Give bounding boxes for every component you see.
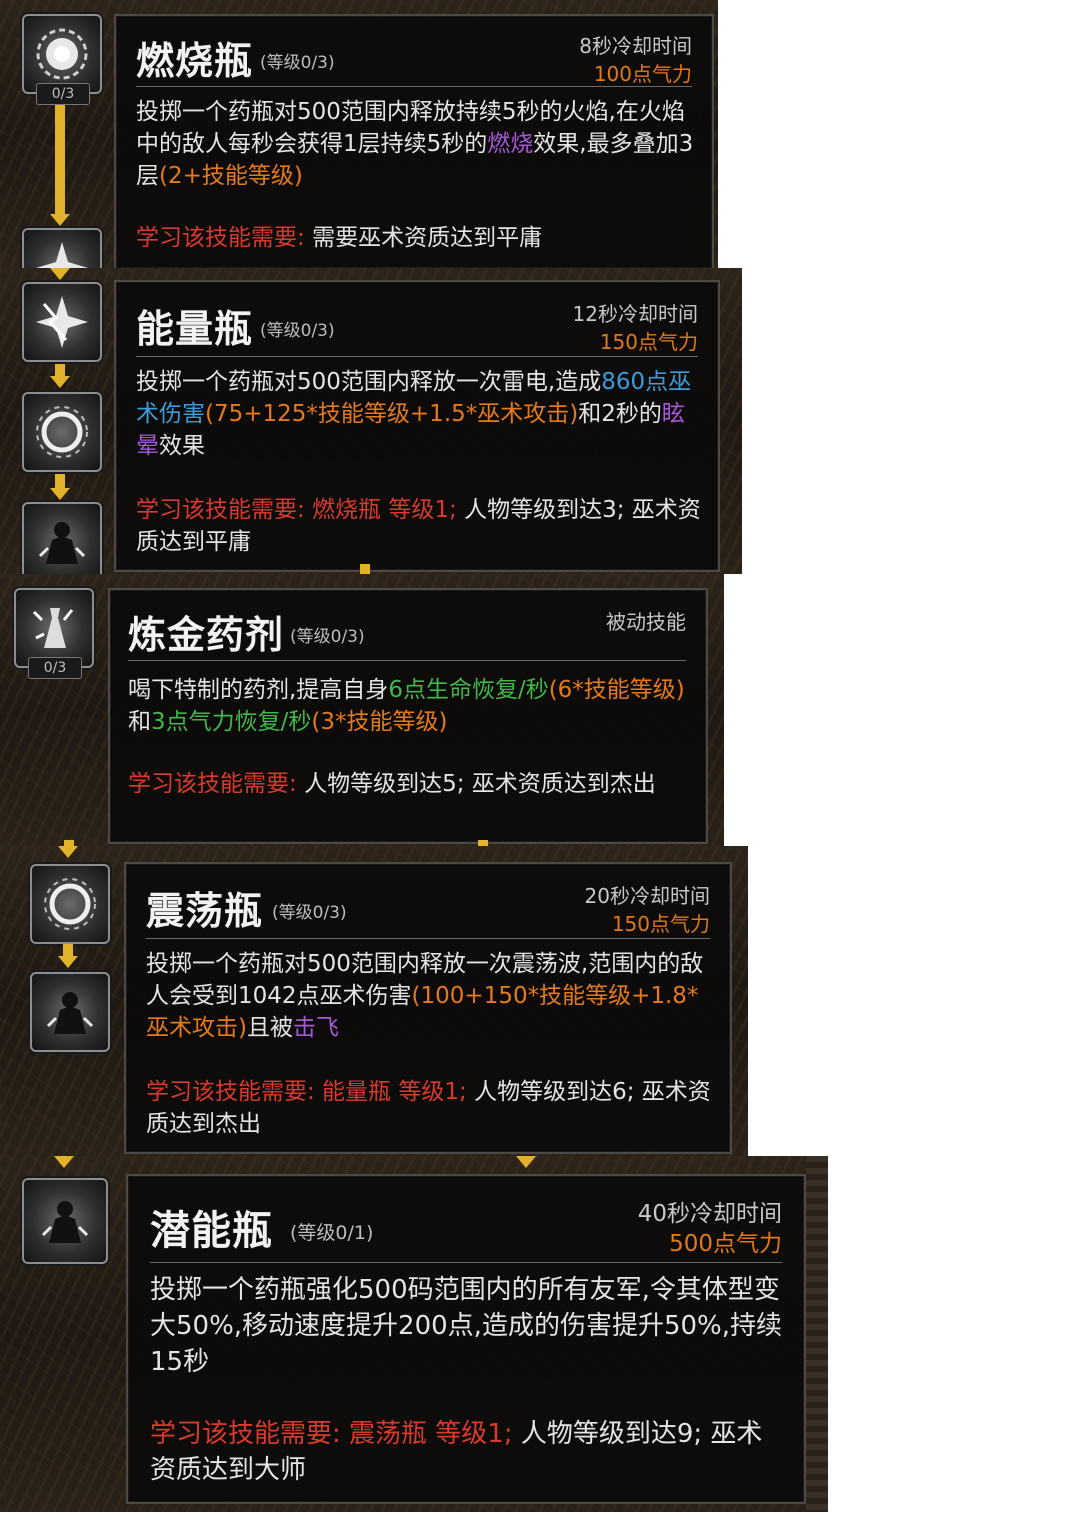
- tree-arrow: [50, 376, 70, 388]
- tree-connector-tick: [360, 564, 370, 574]
- text-segment: 和2秒的: [578, 401, 662, 427]
- skill-description: 投掷一个药瓶强化500码范围内的所有友军,令其体型变大50%,移动速度提升200…: [150, 1272, 782, 1380]
- skill-title: 燃烧瓶: [136, 39, 254, 83]
- skill-requirement: 学习该技能需要: 需要巫术资质达到平庸: [136, 222, 696, 254]
- skill-description: 投掷一个药瓶对500范围内释放持续5秒的火焰,在火焰中的敌人每秒会获得1层持续5…: [136, 96, 696, 192]
- skill-cooldown: 40秒冷却时间: [637, 1201, 782, 1227]
- skill-panel-shock: 震荡瓶 (等级0/3) 20秒冷却时间 150点气力 投掷一个药瓶对500范围内…: [124, 862, 732, 1154]
- text-segment: (6*技能等级): [548, 677, 685, 703]
- text-segment: 投掷一个药瓶对500范围内释放一次雷电,造成: [136, 369, 602, 395]
- skill-level: (等级0/3): [290, 627, 365, 647]
- panel-divider: [128, 660, 686, 661]
- skill-node-alchemy[interactable]: [14, 588, 94, 668]
- skill-title: 震荡瓶: [146, 889, 264, 933]
- skill-node-shock[interactable]: [22, 392, 102, 472]
- skill-strip-shock: 震荡瓶 (等级0/3) 20秒冷却时间 150点气力 投掷一个药瓶对500范围内…: [0, 846, 748, 1156]
- text-segment: 效果: [159, 433, 205, 459]
- tree-arrow: [516, 1156, 536, 1168]
- text-segment: 学习该技能需要:: [136, 225, 313, 251]
- skill-node-energy[interactable]: [22, 282, 102, 362]
- skill-node-count: 0/3: [36, 83, 90, 105]
- skill-cooldown: 8秒冷却时间: [579, 34, 692, 58]
- text-segment: (3*技能等级): [311, 709, 448, 735]
- text-segment: 6点生命恢复/秒: [388, 677, 549, 703]
- skill-node-count: 0/3: [28, 657, 82, 679]
- spirit-figure-icon: [41, 1201, 89, 1243]
- text-segment: 学习该技能需要: 震荡瓶 等级1;: [150, 1419, 521, 1449]
- text-segment: 学习该技能需要: 燃烧瓶 等级1;: [136, 497, 465, 523]
- text-segment: 3点气力恢复/秒: [151, 709, 312, 735]
- panel-divider: [136, 86, 692, 87]
- skill-requirement: 学习该技能需要: 震荡瓶 等级1; 人物等级到达9; 巫术资质达到大师: [150, 1416, 782, 1488]
- skill-strip-alchemy: 0/3 炼金药剂 (等级0/3) 被动技能 喝下特制的药剂,提高自身6点生命恢复…: [0, 574, 724, 846]
- text-segment: 学习该技能需要:: [128, 771, 305, 797]
- skill-strip-burn: 0/3 燃烧瓶 (等级0/3) 8秒冷却时间 100点气力 投掷一个药瓶对500…: [0, 0, 718, 268]
- skill-node-energy-preview[interactable]: [22, 228, 102, 268]
- skill-requirement: 学习该技能需要: 燃烧瓶 等级1; 人物等级到达3; 巫术资质达到平庸: [136, 494, 702, 558]
- skill-cooldown: 12秒冷却时间: [572, 302, 698, 326]
- tree-arrow: [50, 268, 70, 280]
- skill-description: 投掷一个药瓶对500范围内释放一次雷电,造成860点巫术伤害(75+125*技能…: [136, 366, 702, 462]
- skill-title: 炼金药剂: [128, 613, 285, 657]
- skill-passive-label: 被动技能: [606, 610, 686, 634]
- tree-connector: [55, 100, 65, 216]
- skill-cost: 500点气力: [669, 1231, 782, 1257]
- skill-panel-burn: 燃烧瓶 (等级0/3) 8秒冷却时间 100点气力 投掷一个药瓶对500范围内释…: [114, 14, 714, 268]
- skill-requirement: 学习该技能需要: 人物等级到达5; 巫术资质达到杰出: [128, 768, 688, 800]
- skill-description: 投掷一个药瓶对500范围内释放一次震荡波,范围内的敌人会受到1042点巫术伤害(…: [146, 948, 714, 1044]
- skill-node-burn[interactable]: [22, 14, 102, 94]
- text-segment: 学习该技能需要: 能量瓶 等级1;: [146, 1079, 475, 1105]
- text-segment: 燃烧: [487, 131, 534, 157]
- skill-cost: 150点气力: [599, 330, 698, 354]
- skill-panel-potential: 潜能瓶 (等级0/1) 40秒冷却时间 500点气力 投掷一个药瓶强化500码范…: [126, 1174, 806, 1504]
- tree-arrow: [58, 956, 78, 968]
- skill-node-potential[interactable]: [22, 1178, 108, 1264]
- panel-divider: [146, 938, 710, 939]
- skill-level: (等级0/3): [260, 53, 335, 73]
- text-segment: 人物等级到达5; 巫术资质达到杰出: [304, 771, 656, 797]
- spirit-figure-icon: [38, 522, 86, 564]
- text-segment: 且被: [246, 1015, 293, 1041]
- skill-node-potential[interactable]: [22, 502, 102, 574]
- fire-burst-icon: [36, 28, 88, 80]
- skill-level: (等级0/3): [260, 321, 335, 341]
- skill-node-shock[interactable]: [30, 864, 110, 944]
- skill-title: 能量瓶: [136, 307, 254, 351]
- tree-arrow: [54, 1156, 74, 1168]
- skill-requirement: 学习该技能需要: 能量瓶 等级1; 人物等级到达6; 巫术资质达到杰出: [146, 1076, 714, 1140]
- text-segment: 喝下特制的药剂,提高自身: [128, 677, 389, 703]
- skill-panel-alchemy: 炼金药剂 (等级0/3) 被动技能 喝下特制的药剂,提高自身6点生命恢复/秒(6…: [108, 588, 708, 844]
- shock-ring-icon: [36, 406, 88, 458]
- text-segment: 需要巫术资质达到平庸: [312, 225, 543, 251]
- text-segment: 击飞: [292, 1015, 339, 1041]
- panel-divider: [150, 1262, 782, 1263]
- skill-title: 潜能瓶: [150, 1208, 273, 1254]
- text-segment: (75+125*技能等级+1.5*巫术攻击): [205, 401, 579, 427]
- tree-arrow: [50, 488, 70, 500]
- lightning-burst-icon: [36, 296, 88, 348]
- potion-splash-icon: [32, 608, 74, 648]
- frame-edge: [806, 1156, 828, 1512]
- text-segment: 投掷一个药瓶强化500码范围内的所有友军,令其体型变大50%,移动速度提升200…: [150, 1275, 782, 1377]
- lightning-burst-icon: [36, 242, 88, 268]
- skill-description: 喝下特制的药剂,提高自身6点生命恢复/秒(6*技能等级) 和3点气力恢复/秒(3*…: [128, 674, 688, 738]
- panel-divider: [136, 356, 698, 357]
- shock-ring-icon: [44, 878, 96, 930]
- tree-arrow: [58, 846, 78, 858]
- skill-node-potential[interactable]: [30, 972, 110, 1052]
- text-segment: (2+技能等级): [159, 163, 303, 189]
- skill-cooldown: 20秒冷却时间: [584, 884, 710, 908]
- skill-strip-energy: 能量瓶 (等级0/3) 12秒冷却时间 150点气力 投掷一个药瓶对500范围内…: [0, 268, 742, 574]
- spirit-figure-icon: [46, 992, 94, 1034]
- text-segment: 和: [128, 709, 151, 735]
- skill-strip-potential: 潜能瓶 (等级0/1) 40秒冷却时间 500点气力 投掷一个药瓶强化500码范…: [0, 1156, 828, 1512]
- skill-cost: 150点气力: [611, 912, 710, 936]
- skill-panel-energy: 能量瓶 (等级0/3) 12秒冷却时间 150点气力 投掷一个药瓶对500范围内…: [114, 280, 720, 572]
- skill-level: (等级0/3): [272, 903, 347, 923]
- skill-cost: 100点气力: [593, 62, 692, 86]
- tree-arrow: [50, 214, 70, 226]
- skill-level: (等级0/1): [290, 1222, 374, 1244]
